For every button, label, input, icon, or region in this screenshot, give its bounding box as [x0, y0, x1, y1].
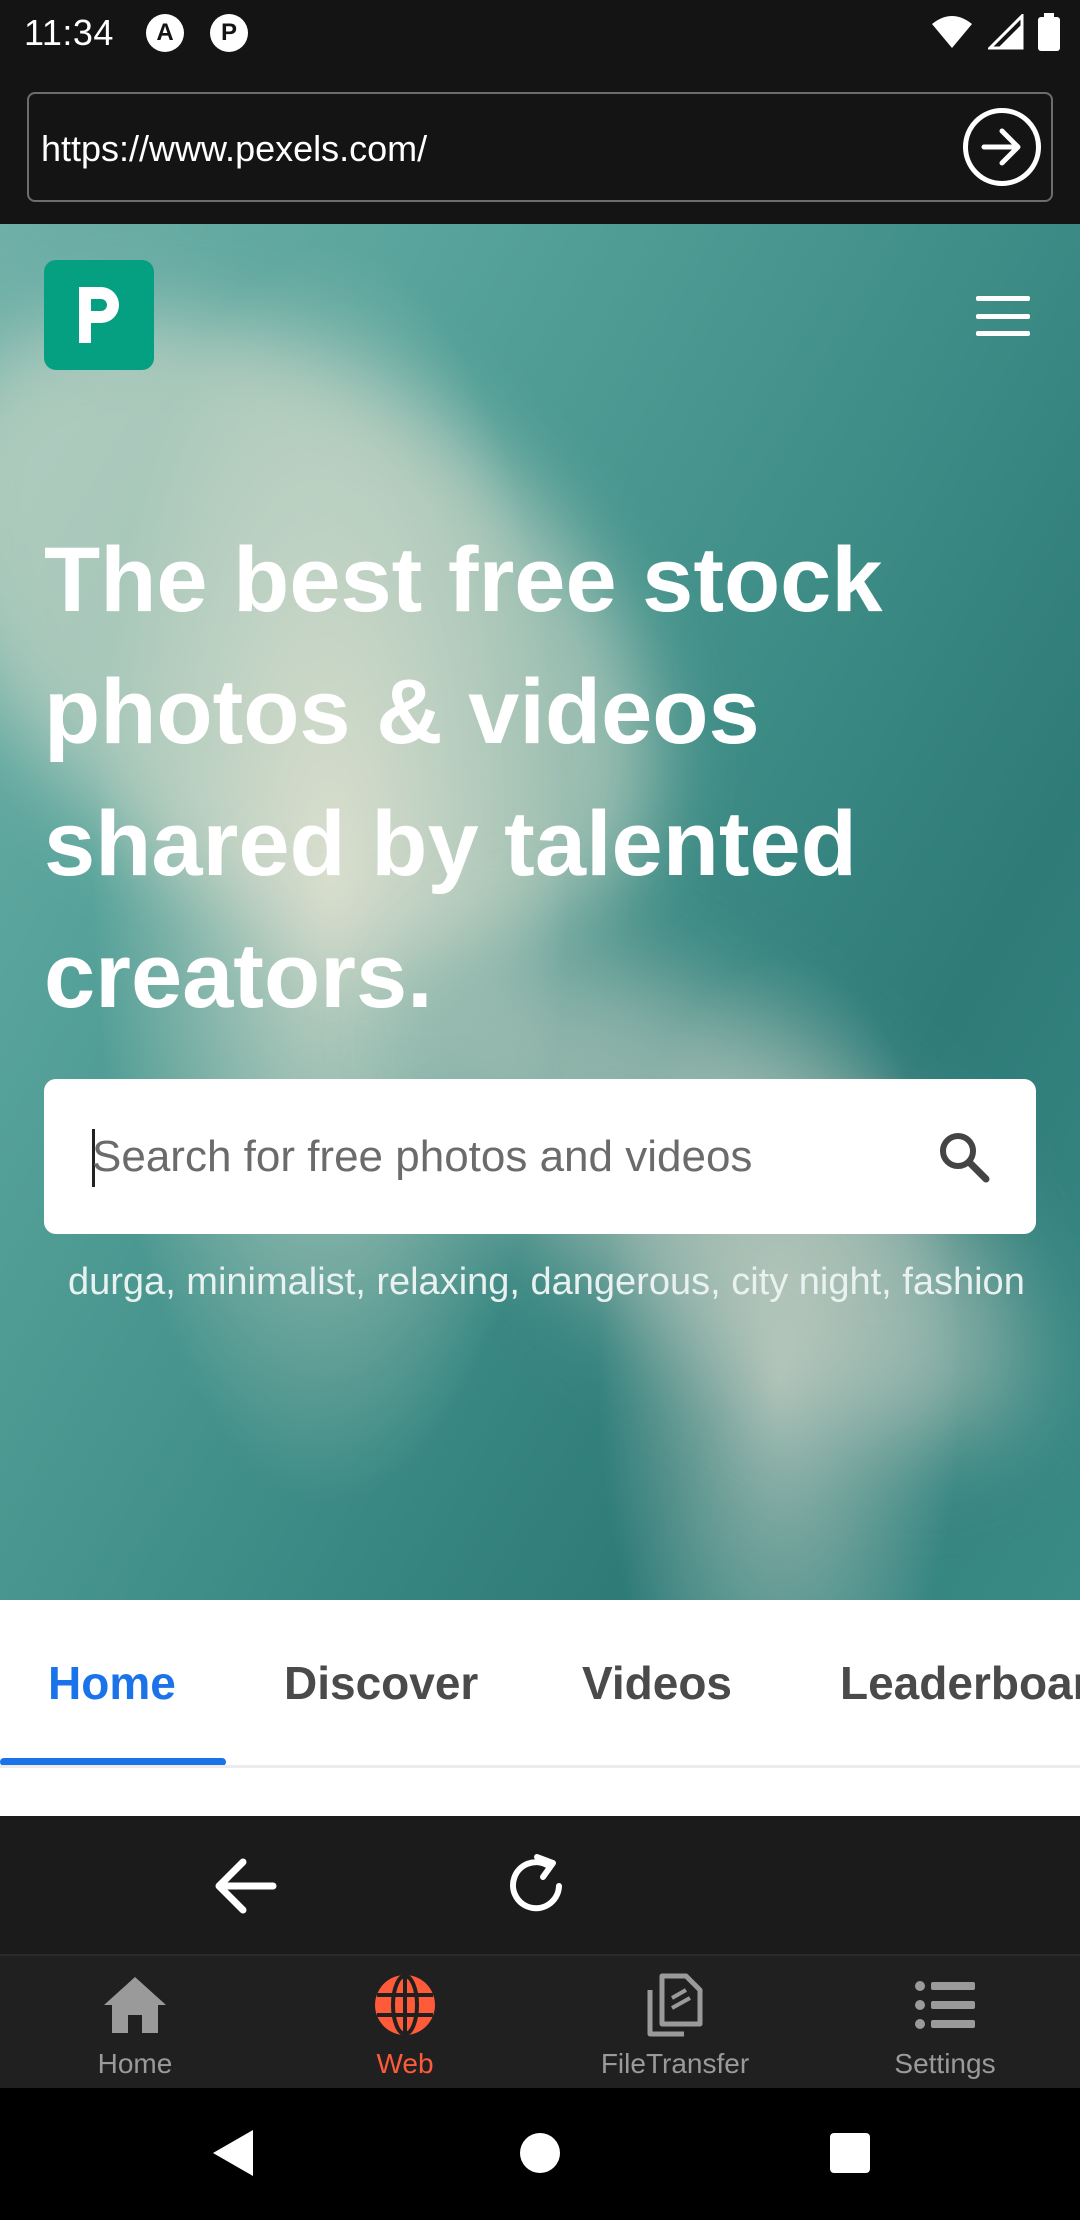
status-icons — [930, 12, 1060, 52]
battery-icon — [1038, 13, 1060, 51]
files-icon — [640, 1970, 710, 2040]
status-time: 11:34 — [24, 12, 114, 53]
tab-leaderboard[interactable]: Leaderboard — [840, 1656, 1080, 1710]
nav-label: Home — [97, 2048, 173, 2079]
pexels-logo[interactable] — [44, 260, 154, 370]
nav-label: Settings — [894, 2048, 996, 2079]
url-field[interactable]: https://www.pexels.com/ — [27, 92, 1053, 202]
nav-item-settings[interactable]: Settings — [810, 1970, 1080, 2090]
nav-item-filetransfer[interactable]: FileTransfer — [540, 1970, 810, 2090]
globe-icon — [370, 1970, 440, 2040]
reload-icon[interactable] — [496, 1846, 576, 1926]
signal-icon — [988, 14, 1024, 50]
arrow-right-circle-icon[interactable] — [963, 108, 1041, 186]
search-input[interactable] — [92, 1079, 912, 1234]
nav-item-home[interactable]: Home — [0, 1970, 270, 2090]
notification-app-icon: A — [146, 14, 184, 52]
url-text[interactable]: https://www.pexels.com/ — [41, 128, 427, 170]
search-suggestions[interactable]: durga, minimalist, relaxing, dangerous, … — [68, 1261, 1038, 1304]
tab-discover[interactable]: Discover — [284, 1656, 478, 1710]
site-nav-tabs: Home Discover Videos Leaderboard — [0, 1600, 1080, 1768]
app-bottom-nav: Home Web FileTransfer Settings — [0, 1954, 1080, 2088]
system-nav-bar — [0, 2088, 1080, 2220]
browser-url-area: https://www.pexels.com/ — [0, 66, 1080, 224]
home-circle-icon[interactable] — [505, 2118, 575, 2188]
arrow-left-icon[interactable] — [205, 1846, 285, 1926]
notification-app-icon: P — [210, 14, 248, 52]
hero-title: The best free stock photos & videos shar… — [44, 529, 883, 1027]
wifi-icon — [932, 16, 972, 48]
recents-square-icon[interactable] — [815, 2118, 885, 2188]
page-content — [0, 1768, 1080, 1816]
nav-item-web[interactable]: Web — [270, 1970, 540, 2090]
active-tab-indicator — [0, 1758, 226, 1765]
tab-home[interactable]: Home — [48, 1656, 176, 1710]
nav-label: FileTransfer — [600, 2048, 750, 2079]
browser-controls — [0, 1816, 1080, 1954]
nav-label: Web — [376, 2048, 434, 2079]
home-icon — [100, 1970, 170, 2040]
status-bar: 11:34 A P — [0, 0, 1080, 66]
back-triangle-icon[interactable] — [198, 2118, 268, 2188]
tab-videos[interactable]: Videos — [582, 1656, 732, 1710]
logo-letter-icon — [79, 287, 119, 343]
hamburger-menu-icon[interactable] — [976, 296, 1030, 336]
search-icon[interactable] — [936, 1129, 992, 1185]
search-bar[interactable] — [44, 1079, 1036, 1234]
hero-section: The best free stock photos & videos shar… — [0, 224, 1080, 1600]
list-icon — [910, 1970, 980, 2040]
